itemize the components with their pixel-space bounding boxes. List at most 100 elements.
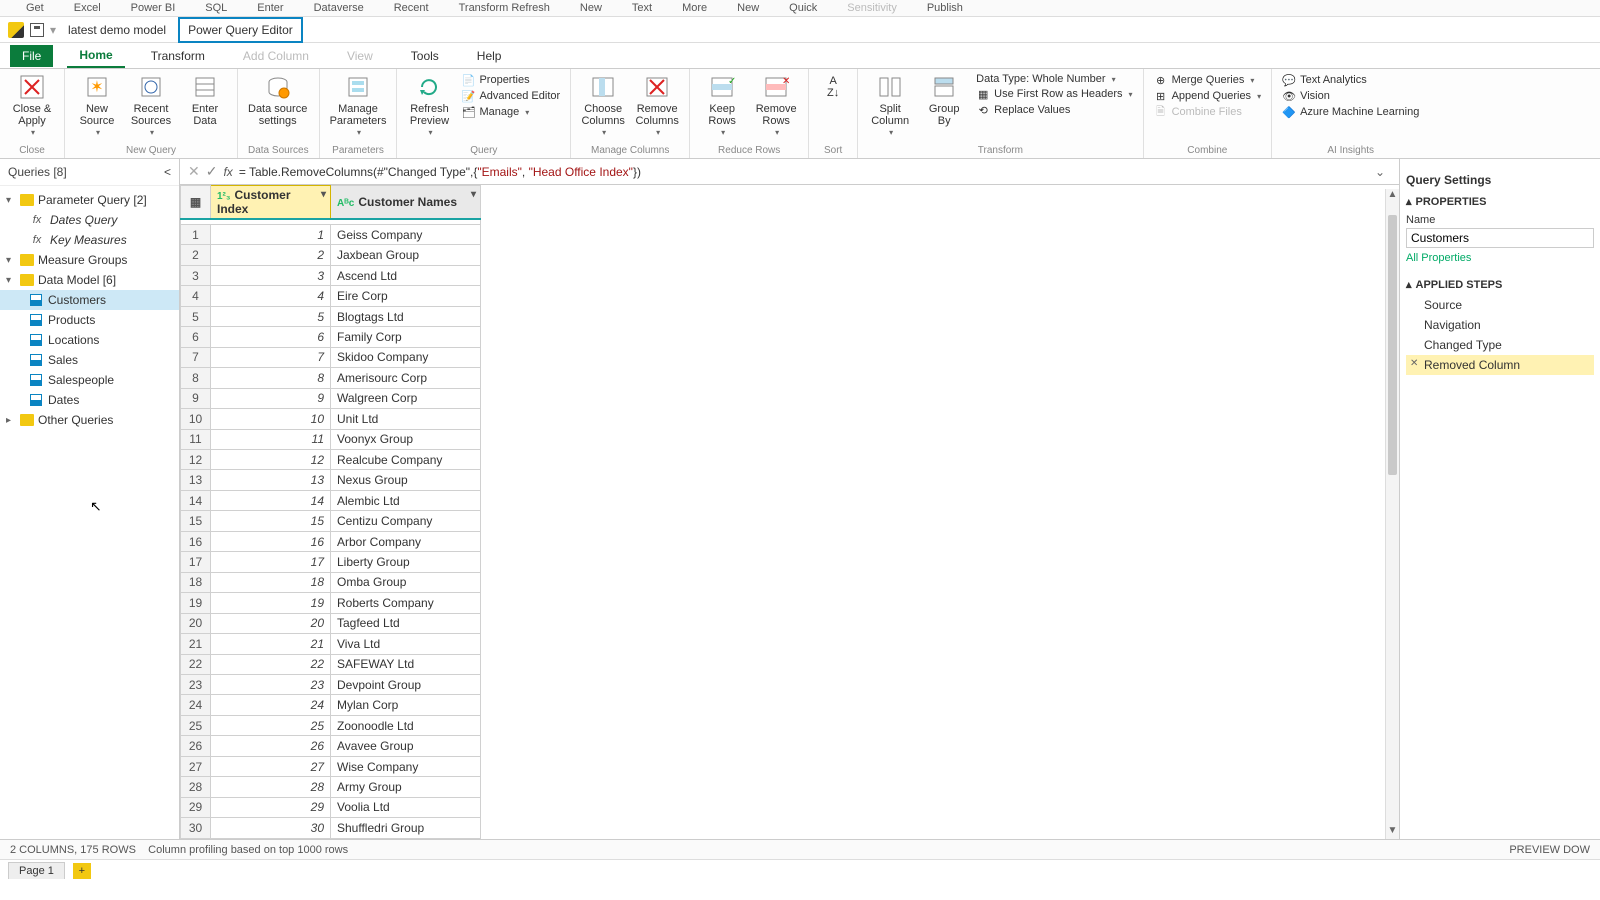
refresh-preview-button[interactable]: Refresh Preview▾ [407, 73, 451, 138]
row-number[interactable]: 17 [181, 552, 211, 572]
cell-customer-name[interactable]: Avavee Group [331, 736, 481, 756]
formula-commit-icon[interactable]: ✓ [206, 163, 218, 180]
table-row[interactable]: 1414Alembic Ltd [181, 490, 481, 510]
cell-customer-index[interactable]: 19 [211, 593, 331, 613]
row-number[interactable]: 28 [181, 777, 211, 797]
row-number[interactable]: 26 [181, 736, 211, 756]
choose-columns-button[interactable]: Choose Columns▾ [581, 73, 625, 138]
text-analytics-button[interactable]: 💬Text Analytics [1282, 73, 1419, 87]
row-number[interactable]: 6 [181, 327, 211, 347]
table-row[interactable]: 2929Voolia Ltd [181, 797, 481, 817]
row-number[interactable]: 25 [181, 715, 211, 735]
external-menu-item[interactable]: Quick [783, 2, 823, 14]
table-row[interactable]: 11Geiss Company [181, 225, 481, 245]
cell-customer-index[interactable]: 6 [211, 327, 331, 347]
row-number[interactable]: 13 [181, 470, 211, 490]
cell-customer-name[interactable]: Voonyx Group [331, 429, 481, 449]
tree-item[interactable]: fxDates Query [0, 210, 179, 230]
cell-customer-name[interactable]: Devpoint Group [331, 674, 481, 694]
cell-customer-name[interactable]: Eire Corp [331, 286, 481, 306]
replace-values-button[interactable]: ⟲Replace Values [976, 103, 1132, 117]
tree-item[interactable]: Locations [0, 330, 179, 350]
external-menu-item[interactable]: Dataverse [308, 2, 370, 14]
scroll-thumb[interactable] [1388, 215, 1397, 475]
table-row[interactable]: 44Eire Corp [181, 286, 481, 306]
table-row[interactable]: 1111Voonyx Group [181, 429, 481, 449]
applied-step[interactable]: Source [1406, 295, 1594, 315]
cell-customer-index[interactable]: 11 [211, 429, 331, 449]
formula-text[interactable]: = Table.RemoveColumns(#"Changed Type",{"… [239, 165, 1369, 179]
table-row[interactable]: 1919Roberts Company [181, 593, 481, 613]
cell-customer-index[interactable]: 17 [211, 552, 331, 572]
cell-customer-name[interactable]: Shuffledri Group [331, 818, 481, 839]
cell-customer-name[interactable]: Viva Ltd [331, 634, 481, 654]
remove-columns-button[interactable]: Remove Columns▾ [635, 73, 679, 138]
cell-customer-name[interactable]: Liberty Group [331, 552, 481, 572]
tree-folder[interactable]: ▾Data Model [6] [0, 270, 179, 290]
cell-customer-index[interactable]: 16 [211, 531, 331, 551]
collapse-icon[interactable]: ▴ [1406, 278, 1412, 291]
azure-ml-button[interactable]: 🔷Azure Machine Learning [1282, 105, 1419, 119]
tree-item[interactable]: Customers [0, 290, 179, 310]
data-grid[interactable]: ▦ 1²₃Customer Index▾ AᴮcCustomer Names▾ … [180, 185, 1399, 839]
cell-customer-index[interactable]: 5 [211, 306, 331, 326]
cell-customer-name[interactable]: Voolia Ltd [331, 797, 481, 817]
row-number[interactable]: 23 [181, 674, 211, 694]
table-row[interactable]: 2323Devpoint Group [181, 674, 481, 694]
row-number[interactable]: 30 [181, 818, 211, 839]
scroll-down-icon[interactable]: ▼ [1386, 825, 1399, 839]
tab-add-column[interactable]: Add Column [231, 45, 321, 67]
cell-customer-name[interactable]: Mylan Corp [331, 695, 481, 715]
cell-customer-name[interactable]: Skidoo Company [331, 347, 481, 367]
group-by-button[interactable]: Group By [922, 73, 966, 127]
table-row[interactable]: 1313Nexus Group [181, 470, 481, 490]
column-filter-icon[interactable]: ▾ [321, 189, 326, 200]
query-name-input[interactable] [1406, 228, 1594, 248]
sort-asc-button[interactable]: AZ↓ [819, 73, 847, 101]
vision-button[interactable]: 👁Vision [1282, 89, 1419, 103]
table-row[interactable]: 33Ascend Ltd [181, 265, 481, 285]
add-page-button[interactable]: + [73, 863, 91, 879]
cell-customer-index[interactable]: 30 [211, 818, 331, 839]
new-source-button[interactable]: ✶New Source▾ [75, 73, 119, 138]
cell-customer-index[interactable]: 29 [211, 797, 331, 817]
append-queries-button[interactable]: ⊞Append Queries▾ [1154, 89, 1262, 103]
row-number[interactable]: 19 [181, 593, 211, 613]
column-header-customer-names[interactable]: AᴮcCustomer Names▾ [331, 186, 481, 220]
first-row-headers-button[interactable]: ▦Use First Row as Headers▾ [976, 87, 1132, 101]
table-row[interactable]: 1717Liberty Group [181, 552, 481, 572]
cell-customer-index[interactable]: 25 [211, 715, 331, 735]
row-number[interactable]: 1 [181, 225, 211, 245]
external-menu-item[interactable]: Recent [388, 2, 435, 14]
table-row[interactable]: 1818Omba Group [181, 572, 481, 592]
cell-customer-index[interactable]: 9 [211, 388, 331, 408]
cell-customer-name[interactable]: Jaxbean Group [331, 245, 481, 265]
cell-customer-index[interactable]: 22 [211, 654, 331, 674]
manage-parameters-button[interactable]: Manage Parameters▾ [330, 73, 387, 138]
external-menu-item[interactable]: More [676, 2, 713, 14]
external-menu-item[interactable]: Publish [921, 2, 969, 14]
external-menu-item[interactable]: Power BI [125, 2, 182, 14]
row-number[interactable]: 22 [181, 654, 211, 674]
scroll-up-icon[interactable]: ▲ [1386, 189, 1399, 203]
cell-customer-name[interactable]: Tagfeed Ltd [331, 613, 481, 633]
table-row[interactable]: 3030Shuffledri Group [181, 818, 481, 839]
cell-customer-index[interactable]: 18 [211, 572, 331, 592]
row-number[interactable]: 24 [181, 695, 211, 715]
cell-customer-name[interactable]: Blogtags Ltd [331, 306, 481, 326]
table-row[interactable]: 99Walgreen Corp [181, 388, 481, 408]
tree-item[interactable]: fxKey Measures [0, 230, 179, 250]
cell-customer-name[interactable]: Walgreen Corp [331, 388, 481, 408]
cell-customer-index[interactable]: 15 [211, 511, 331, 531]
table-row[interactable]: 2525Zoonoodle Ltd [181, 715, 481, 735]
row-number[interactable]: 7 [181, 347, 211, 367]
table-row[interactable]: 55Blogtags Ltd [181, 306, 481, 326]
table-row[interactable]: 2626Avavee Group [181, 736, 481, 756]
tree-folder[interactable]: ▾Measure Groups [0, 250, 179, 270]
table-row[interactable]: 1010Unit Ltd [181, 409, 481, 429]
tab-view[interactable]: View [335, 45, 385, 67]
formula-expand-icon[interactable]: ⌄ [1375, 165, 1391, 179]
save-icon[interactable] [30, 23, 44, 37]
cell-customer-index[interactable]: 2 [211, 245, 331, 265]
table-row[interactable]: 2828Army Group [181, 777, 481, 797]
